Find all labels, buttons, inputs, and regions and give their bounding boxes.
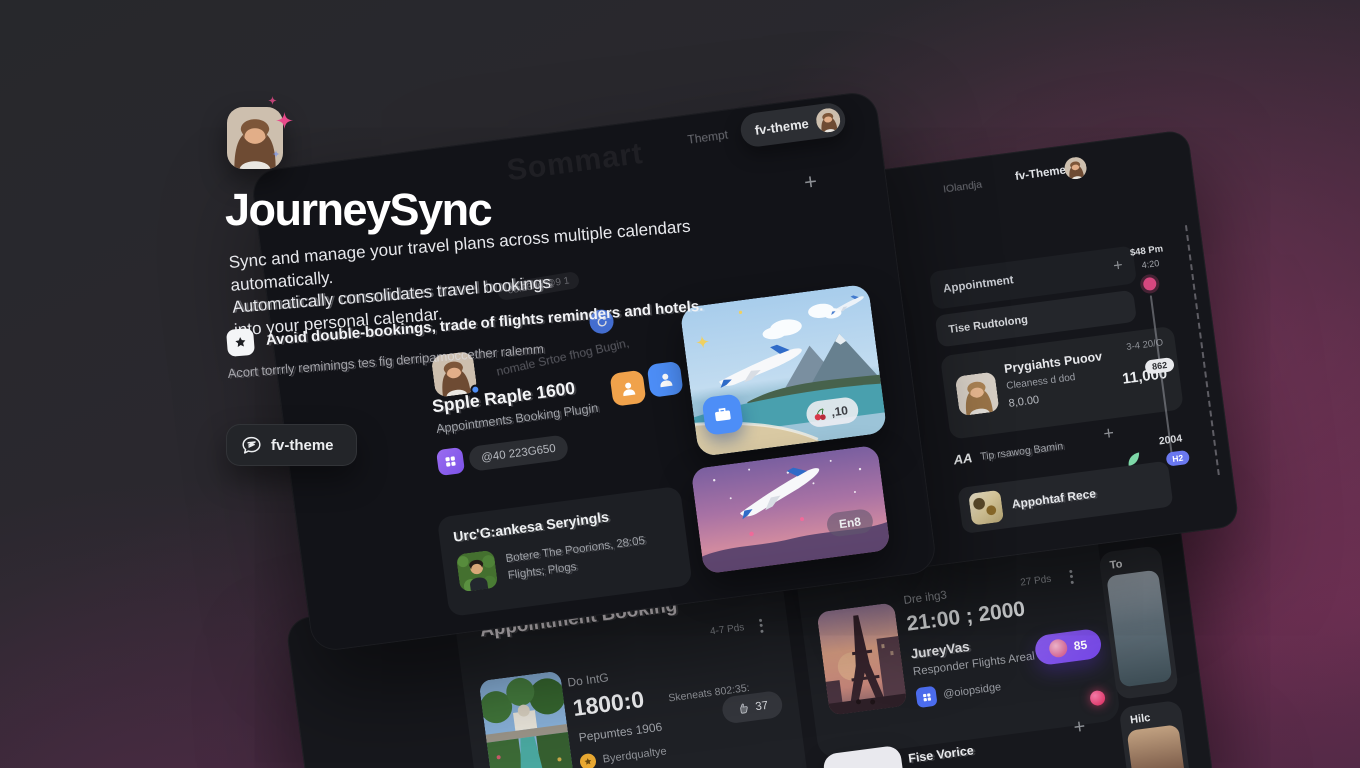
paris-thumbnail[interactable] bbox=[816, 602, 907, 715]
plugin-handle-pill[interactable]: @40 223G650 bbox=[468, 434, 569, 472]
training-label: Tip rsawog Bamin bbox=[979, 440, 1064, 463]
beach-flight-image-card[interactable]: ,10 bbox=[679, 284, 887, 458]
flight-label: Dre ihg3 bbox=[903, 589, 948, 607]
flight-handle-row: @oiopsidge bbox=[915, 677, 1002, 708]
star-badge-icon bbox=[226, 328, 255, 357]
timeline-dashed-rule bbox=[1185, 225, 1220, 475]
booking-value: 1800:0 bbox=[571, 686, 646, 722]
receipt-thumbnail bbox=[968, 490, 1004, 526]
avatar bbox=[955, 371, 1000, 416]
services-card[interactable]: Urc'G:ankesa Seryingls Botere The Poorio… bbox=[437, 486, 693, 617]
main-screen-card: Sommart Thempt fv-theme + 08:23 in @9 1 … bbox=[250, 90, 938, 653]
theme-pill-label: fv-theme bbox=[754, 115, 810, 137]
kebab-menu-icon[interactable] bbox=[1069, 567, 1074, 586]
person-blue-icon[interactable] bbox=[647, 361, 684, 398]
reaction-count: 37 bbox=[755, 699, 769, 713]
garden-canal-thumbnail[interactable] bbox=[479, 671, 575, 768]
sync-refresh-icon[interactable] bbox=[588, 308, 615, 335]
sunset-flight-image-card[interactable]: En8 bbox=[691, 445, 891, 575]
sparkle-icon bbox=[268, 96, 277, 105]
ghost-time-badge: 08:23 in @9 1 bbox=[497, 271, 581, 301]
booking-entry-card[interactable]: Prygiahts Puoov Cleaness d dod 8,0.00 3-… bbox=[940, 326, 1184, 440]
panel-meta: 4-7 Pds bbox=[709, 622, 745, 637]
app-icon bbox=[915, 686, 937, 708]
header-ghost-label: Thempt bbox=[687, 128, 729, 147]
price-small: 8,0.00 bbox=[1008, 394, 1040, 410]
building-label: Tise Rudtolong bbox=[948, 314, 1029, 336]
header-ghost-label: IOlandja bbox=[942, 179, 982, 196]
add-row-icon[interactable]: + bbox=[1102, 423, 1115, 442]
timeline-price: $48 Pm bbox=[1129, 243, 1163, 258]
sea-rocks-image bbox=[1106, 570, 1172, 688]
coin-icon bbox=[579, 753, 597, 768]
timeline-tag[interactable]: H2 bbox=[1165, 450, 1190, 467]
receipt-label: Appohtaf Rece bbox=[1011, 486, 1097, 511]
add-widget-icon[interactable]: + bbox=[803, 170, 819, 193]
person-orange-icon[interactable] bbox=[609, 370, 646, 407]
theme-pill[interactable]: fv-theme bbox=[739, 101, 848, 148]
theme-label: fv-Theme bbox=[1014, 164, 1066, 183]
booking-label: Do IntG bbox=[567, 670, 610, 689]
beach-badge-label: ,10 bbox=[830, 403, 848, 419]
plugin-app-icon bbox=[436, 447, 465, 476]
avatar bbox=[815, 107, 842, 134]
person-name: Prygiahts Puoov bbox=[1003, 349, 1103, 376]
chat-scribble-icon bbox=[241, 435, 262, 456]
timeline-year: 2004 bbox=[1158, 433, 1183, 448]
booking-line2: Pepumtes 1906 bbox=[578, 720, 663, 745]
avatar[interactable] bbox=[1063, 156, 1088, 181]
cherries-icon bbox=[812, 405, 829, 422]
booking-line3: Byerdqualtye bbox=[602, 745, 667, 765]
flight-meta: 27 Pds bbox=[1020, 574, 1052, 589]
showcase-canvas: Appointment Booking 4-7 Pds Do IntG 1800… bbox=[0, 0, 1360, 768]
add-icon[interactable]: + bbox=[1072, 716, 1086, 737]
services-avatar bbox=[456, 550, 499, 593]
kebab-menu-icon[interactable] bbox=[758, 616, 763, 635]
booking-line3-row: Byerdqualtye bbox=[579, 743, 668, 768]
receipt-row[interactable]: Appohtaf Rece bbox=[957, 461, 1173, 534]
warm-scene-image bbox=[1127, 724, 1190, 768]
hand-icon bbox=[736, 701, 751, 716]
person-sub: Cleaness d dod bbox=[1006, 372, 1076, 392]
ghost-title: Sommart bbox=[505, 137, 645, 189]
flight-handle: @oiopsidge bbox=[943, 681, 1002, 701]
aa-icon: AA bbox=[953, 450, 974, 467]
luggage-icon[interactable] bbox=[701, 393, 744, 436]
attendee-avatar bbox=[1048, 638, 1068, 658]
attendee-count: 85 bbox=[1073, 638, 1088, 654]
sparkle-icon bbox=[276, 112, 293, 129]
theme-button[interactable]: fv-theme bbox=[226, 424, 357, 466]
theme-button-label: fv-theme bbox=[271, 437, 334, 454]
timeline-slider-dot[interactable] bbox=[1143, 277, 1158, 292]
side-card-hilc[interactable]: Hilc bbox=[1119, 700, 1196, 768]
section-title: Appointment bbox=[942, 274, 1014, 295]
sparkle-icon bbox=[272, 150, 280, 158]
voice-label: Fise Vorice bbox=[907, 743, 974, 765]
add-appointment-icon[interactable]: + bbox=[1112, 258, 1123, 275]
timeline-time: 4:20 bbox=[1141, 258, 1160, 270]
flight-name: JureyVas bbox=[910, 639, 971, 662]
hero-avatar bbox=[227, 107, 283, 169]
attendees-pill[interactable]: 85 bbox=[1033, 628, 1102, 666]
training-row[interactable]: AA Tip rsawog Bamin bbox=[953, 438, 1064, 467]
